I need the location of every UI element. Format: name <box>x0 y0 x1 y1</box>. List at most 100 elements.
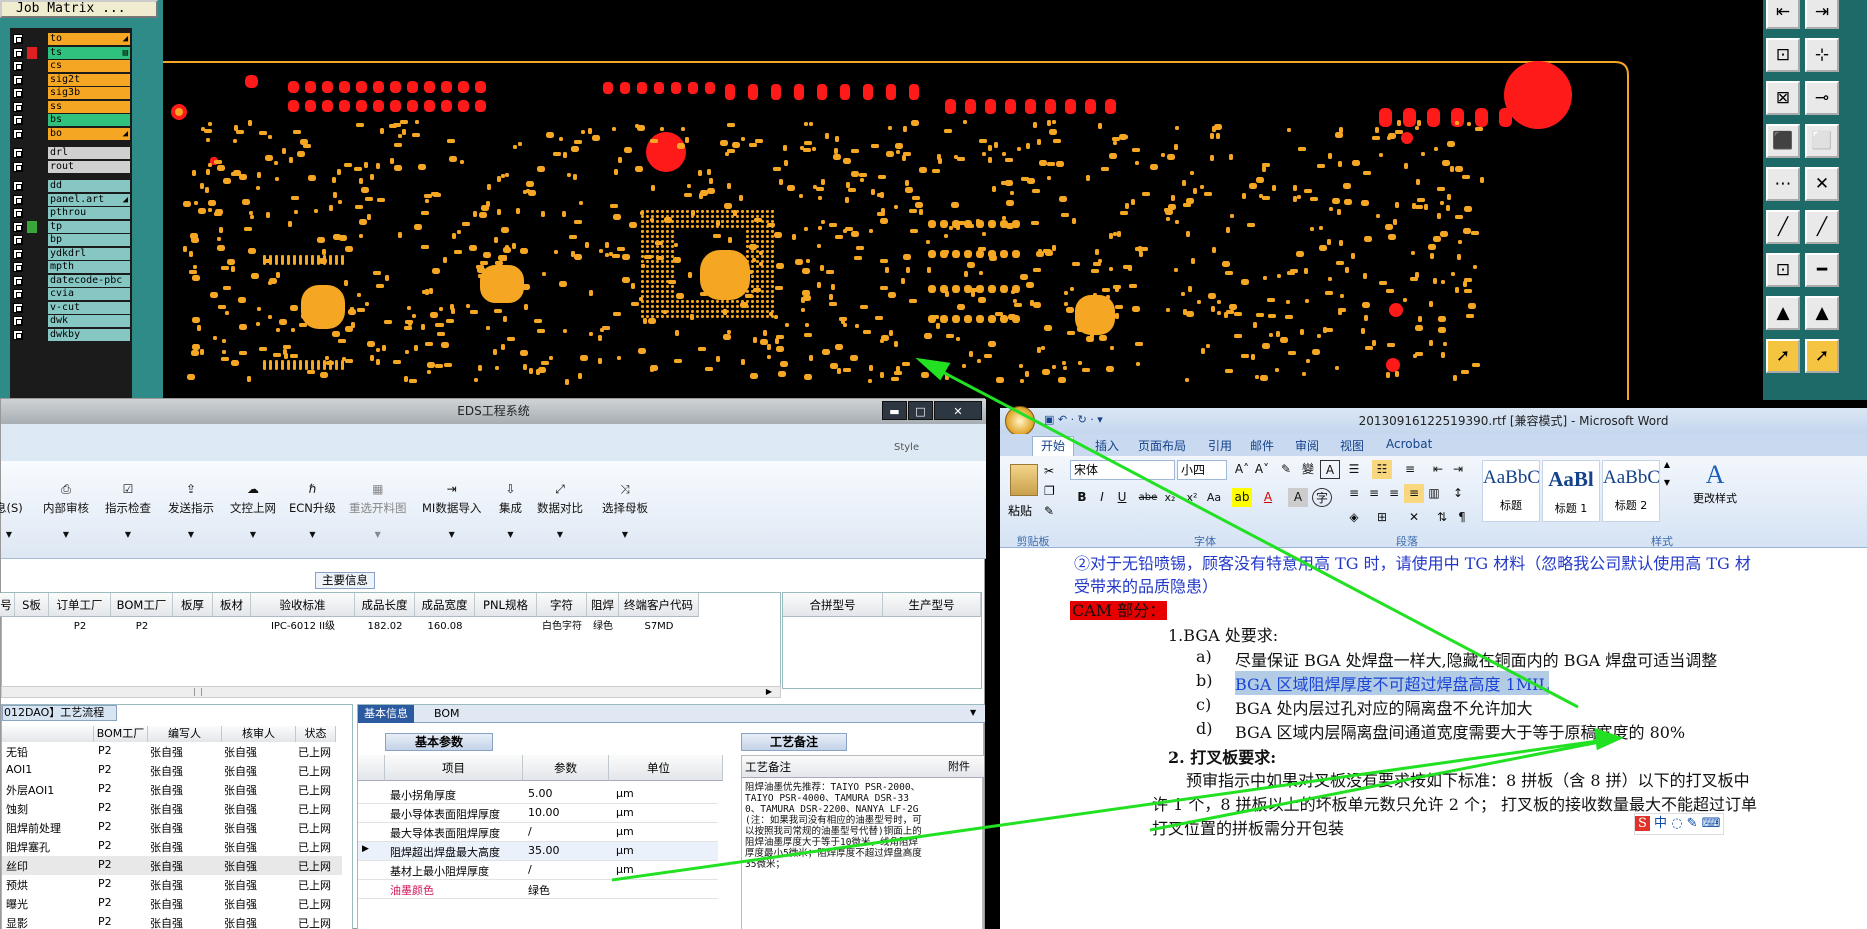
process-header[interactable] <box>2 726 94 742</box>
style-heading-1[interactable]: AaBl 标题 1 <box>1542 460 1600 522</box>
layer-name[interactable]: tp <box>48 220 130 233</box>
grid-header[interactable]: 成品长度 <box>355 593 415 617</box>
layer-name[interactable]: panel.art ◢ <box>48 193 130 206</box>
layer-checkbox[interactable] <box>13 316 23 326</box>
layer-row[interactable]: panel.art ◢ <box>10 193 132 207</box>
measure-icon[interactable]: ⊠ <box>1766 81 1800 115</box>
grid-header[interactable]: 成品宽度 <box>415 593 475 617</box>
chevron-down-icon[interactable]: ▼ <box>168 530 214 539</box>
highlight-button[interactable]: ab <box>1232 488 1252 507</box>
grid-header[interactable]: 板材 <box>213 593 251 617</box>
underline-button[interactable]: U <box>1112 488 1132 507</box>
layer-checkbox[interactable] <box>13 47 23 58</box>
layer-name[interactable]: ss <box>48 100 130 113</box>
grid-header[interactable]: 号 <box>0 593 15 617</box>
grid-header[interactable]: 终端客户代码 <box>619 593 699 617</box>
polygon-icon[interactable]: ▲ <box>1766 296 1800 330</box>
enclose-char-button[interactable]: 字 <box>1312 488 1332 507</box>
process-header[interactable]: BOM工厂 <box>94 726 148 742</box>
minimize-button[interactable]: ▬ <box>882 401 907 420</box>
bold-button[interactable]: B <box>1072 488 1092 507</box>
grid-header[interactable]: PNL规格 <box>475 593 537 617</box>
arc-icon[interactable]: ╱ <box>1805 210 1839 244</box>
process-header[interactable]: 状态 <box>296 726 336 742</box>
layer-checkbox[interactable] <box>13 302 23 313</box>
layer-swatch[interactable] <box>27 301 37 314</box>
layer-checkbox[interactable] <box>13 221 23 232</box>
layer-row[interactable]: v-cut <box>10 301 132 315</box>
distribute-icon[interactable]: ▥ <box>1424 484 1444 503</box>
layer-name[interactable]: dwk <box>48 315 130 327</box>
process-row[interactable]: 无铅 P2 张自强 张自强 已上网 <box>2 742 342 761</box>
layer-row[interactable]: bo ◢ <box>10 127 132 141</box>
params-row[interactable]: 油墨颜色 绿色 <box>358 880 718 899</box>
ribbon-button[interactable]: ☁ 文控上网 ▼ <box>230 483 276 540</box>
bullets-icon[interactable]: ☰ <box>1344 460 1364 479</box>
chinese-layout-icon[interactable]: ✕ <box>1404 508 1424 527</box>
grid-cell[interactable] <box>0 618 15 636</box>
style-heading-2[interactable]: AaBbC 标题 2 <box>1602 460 1660 522</box>
grow-font-icon[interactable]: A˄ <box>1232 460 1252 479</box>
change-styles-button[interactable]: A 更改样式 <box>1680 460 1750 506</box>
chevron-down-icon[interactable]: ▼ <box>230 530 276 539</box>
ribbon-button[interactable]: ⤨ 选择母板 ▼ <box>602 483 648 540</box>
layer-swatch[interactable] <box>27 100 37 113</box>
layer-checkbox[interactable] <box>13 235 23 245</box>
layer-checkbox[interactable] <box>13 161 23 172</box>
grid2-header[interactable]: 合拼型号 <box>783 593 883 617</box>
layer-name[interactable]: dd <box>48 180 130 192</box>
layer-row[interactable]: drl <box>10 146 132 160</box>
layer-checkbox[interactable] <box>13 208 23 218</box>
grid-cell[interactable]: P2 <box>49 618 111 636</box>
grid-cell[interactable]: S7MD <box>619 618 699 636</box>
italic-button[interactable]: I <box>1092 488 1112 507</box>
process-row[interactable]: 预烘 P2 张自强 张自强 已上网 <box>2 875 342 894</box>
grid-header[interactable]: BOM工厂 <box>111 593 173 617</box>
sort-icon[interactable]: ⇅ <box>1432 508 1452 527</box>
param-value[interactable]: / <box>528 863 532 876</box>
process-row[interactable]: 丝印 P2 张自强 张自强 已上网 <box>2 856 342 875</box>
grid-header[interactable]: 板厚 <box>173 593 213 617</box>
layer-checkbox[interactable] <box>13 148 23 158</box>
paste-icon[interactable] <box>1010 464 1038 496</box>
cam-canvas[interactable] <box>163 60 1631 400</box>
craft-note-tab[interactable]: 工艺备注 <box>741 733 847 751</box>
zoom-right-icon[interactable]: ⇥ <box>1805 0 1839 29</box>
styles-scroll[interactable]: ▲ ▼ <box>1662 460 1672 522</box>
layer-swatch[interactable] <box>27 147 37 159</box>
grid-cell[interactable] <box>15 618 49 636</box>
chevron-down-icon[interactable]: ▼ <box>0 530 23 539</box>
select-icon[interactable]: ➚ <box>1805 339 1839 373</box>
ribbon-button[interactable]: ℏ ECN升级 ▼ <box>289 483 336 540</box>
layer-swatch[interactable] <box>27 114 37 126</box>
line-spacing-icon[interactable]: ↕ <box>1448 484 1468 503</box>
layer-row[interactable]: rout <box>10 160 132 174</box>
superscript-button[interactable]: x² <box>1182 488 1202 507</box>
delete-icon[interactable]: ✕ <box>1805 167 1839 201</box>
layer-name[interactable]: cs <box>48 60 130 72</box>
shading-icon[interactable]: ◈ <box>1344 508 1364 527</box>
copy-icon[interactable]: ❐ <box>1044 484 1055 498</box>
layer-checkbox[interactable] <box>13 181 23 191</box>
layer-swatch[interactable] <box>27 73 37 86</box>
layer-checkbox[interactable] <box>13 248 23 259</box>
process-row[interactable]: AOI1 P2 张自强 张自强 已上网 <box>2 761 342 780</box>
layer-checkbox[interactable] <box>13 262 23 272</box>
chevron-down-icon[interactable]: ▼ <box>289 530 336 539</box>
layer-row[interactable]: bs <box>10 113 132 127</box>
params-row[interactable]: 基材上最小阻焊厚度 / μm <box>358 861 718 880</box>
ribbon-button[interactable]: ⤢ 数据对比 ▼ <box>537 483 583 540</box>
connect-icon[interactable]: ⋯ <box>1766 167 1800 201</box>
layer-checkbox[interactable] <box>13 74 23 85</box>
params-row[interactable]: 最小导体表面阻焊厚度 10.00 μm <box>358 804 718 823</box>
char-shading-button[interactable]: A <box>1288 488 1308 507</box>
layer-name[interactable]: sig3b <box>48 87 130 99</box>
pointer-icon[interactable]: ➚ <box>1766 339 1800 373</box>
param-value[interactable]: 绿色 <box>528 882 550 898</box>
process-row[interactable]: 阻焊塞孔 P2 张自强 张自强 已上网 <box>2 837 342 856</box>
zoom-left-icon[interactable]: ⇤ <box>1766 0 1800 29</box>
layer-row[interactable]: to ◢ <box>10 32 132 46</box>
layer-row[interactable]: ts ▤ <box>10 46 132 60</box>
decrease-indent-icon[interactable]: ⇤ <box>1428 460 1448 479</box>
font-color-button[interactable]: A <box>1258 488 1278 507</box>
